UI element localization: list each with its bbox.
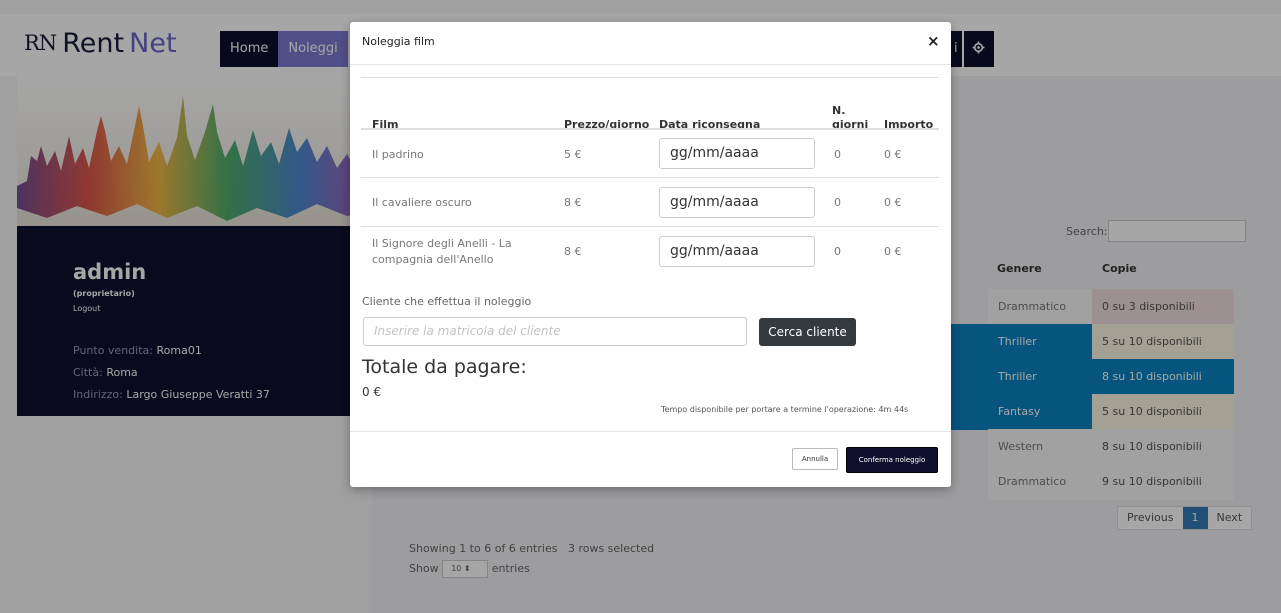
cliente-label: Cliente che effettua il noleggio — [362, 295, 532, 308]
row2-date-input[interactable]: gg/mm/aaaa — [659, 187, 815, 218]
row1-date-input[interactable]: gg/mm/aaaa — [659, 138, 815, 169]
table-header-border — [361, 128, 939, 130]
row2-film: Il cavaliere oscuro — [372, 196, 472, 209]
row3-prezzo: 8 € — [564, 245, 582, 258]
table-top-border — [361, 77, 939, 78]
totale-label: Totale da pagare: — [362, 356, 527, 378]
row1-importo: 0 € — [884, 148, 902, 161]
row1-film: Il padrino — [372, 148, 424, 161]
row3-date-input[interactable]: gg/mm/aaaa — [659, 236, 815, 267]
conferma-noleggio-button[interactable]: Conferma noleggio — [846, 447, 938, 473]
row1-prezzo: 5 € — [564, 148, 582, 161]
row-divider — [361, 226, 939, 227]
rent-modal: Noleggia film × Film Prezzo/giorno Data … — [350, 22, 951, 487]
modal-title: Noleggia film — [362, 35, 435, 48]
modal-header-divider — [350, 64, 951, 65]
row3-film-line1: Il Signore degli Anelli - La — [372, 237, 512, 250]
row-divider — [361, 177, 939, 178]
modal-close-button[interactable]: × — [927, 32, 940, 50]
row1-giorni: 0 — [834, 148, 841, 161]
row2-prezzo: 8 € — [564, 196, 582, 209]
th-giorni-line1: N. — [832, 104, 846, 117]
annulla-button[interactable]: Annulla — [792, 448, 838, 470]
row3-giorni: 0 — [834, 245, 841, 258]
modal-footer-divider — [350, 431, 951, 432]
cerca-cliente-button[interactable]: Cerca cliente — [759, 318, 856, 346]
row3-film-line2: compagnia dell'Anello — [372, 253, 494, 266]
row2-giorni: 0 — [834, 196, 841, 209]
totale-value: 0 € — [362, 385, 382, 399]
row3-importo: 0 € — [884, 245, 902, 258]
tempo-disponibile: Tempo disponibile per portare a termine … — [661, 405, 909, 414]
row2-importo: 0 € — [884, 196, 902, 209]
cliente-matricola-input[interactable]: Inserire la matricola del cliente — [363, 317, 747, 346]
